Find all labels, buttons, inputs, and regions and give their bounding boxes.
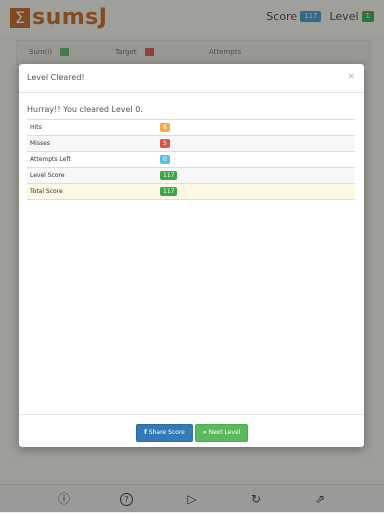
total-score-badge: 117 <box>160 187 178 196</box>
next-level-label: Next Level <box>208 429 241 436</box>
table-row-misses: Misses 5 <box>27 136 355 152</box>
row-label: Level Score <box>30 172 65 179</box>
dialog-title: Level Cleared! <box>27 73 85 82</box>
table-row-level-score: Level Score 117 <box>27 168 355 184</box>
table-row-attempts-left: Attempts Left 0 <box>27 152 355 168</box>
double-chevron-right-icon: » <box>202 429 207 436</box>
level-cleared-dialog: Level Cleared! × Hurray!! You cleared Le… <box>19 64 364 447</box>
dialog-header: Level Cleared! × <box>19 64 364 93</box>
hits-badge: 6 <box>160 123 170 132</box>
table-row-total-score: Total Score 117 <box>27 184 355 200</box>
dialog-message: Hurray!! You cleared Level 0. <box>27 105 143 114</box>
share-score-label: Share Score <box>148 429 185 436</box>
row-label: Attempts Left <box>30 156 71 163</box>
close-icon[interactable]: × <box>347 72 355 82</box>
table-row-hits: Hits 6 <box>27 120 355 136</box>
next-level-button[interactable]: » Next Level <box>195 424 248 442</box>
level-score-badge: 117 <box>160 171 178 180</box>
row-label: Total Score <box>30 188 63 195</box>
misses-badge: 5 <box>160 139 170 148</box>
row-label: Misses <box>30 140 50 147</box>
share-score-button[interactable]: f Share Score <box>136 424 193 442</box>
row-label: Hits <box>30 124 42 131</box>
attempts-left-badge: 0 <box>160 155 170 164</box>
facebook-icon: f <box>144 429 147 436</box>
dialog-footer: f Share Score » Next Level <box>19 414 364 448</box>
results-table: Hits 6 Misses 5 Attempts Left 0 Level Sc… <box>27 119 355 200</box>
